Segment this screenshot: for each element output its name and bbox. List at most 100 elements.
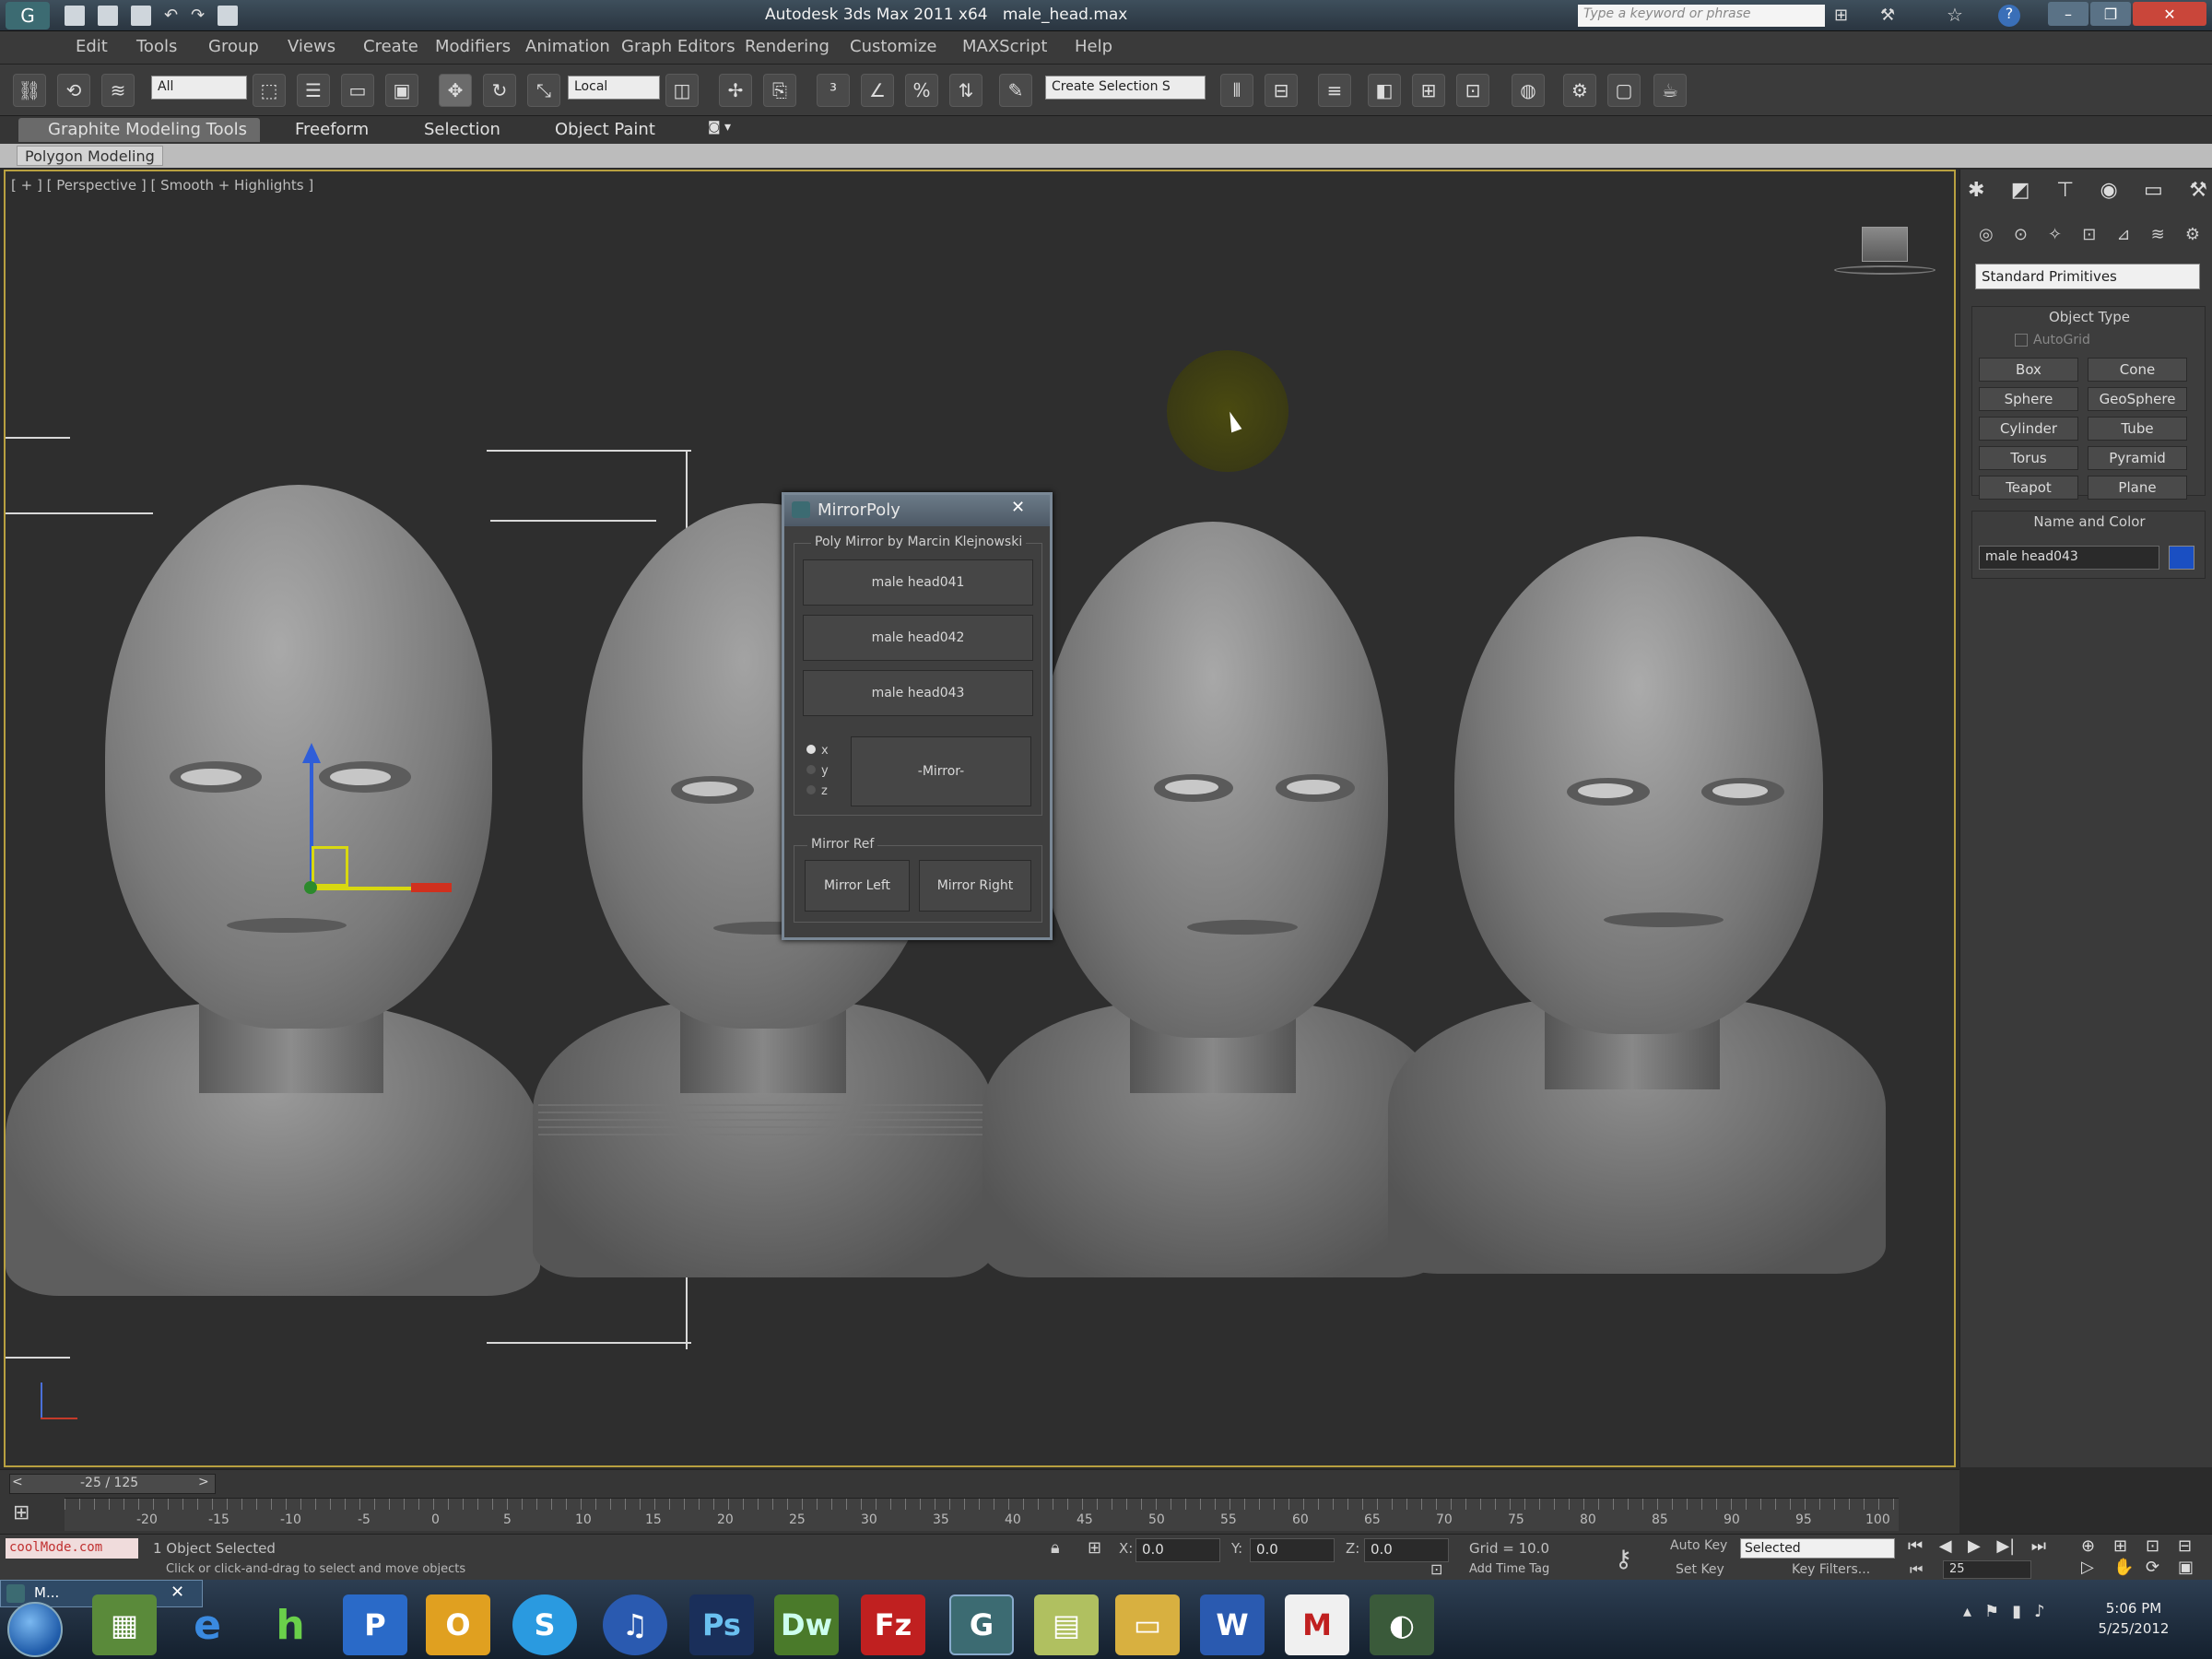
- outlook-icon[interactable]: O: [426, 1594, 490, 1655]
- close-button[interactable]: ✕: [2133, 2, 2206, 26]
- absolute-mode-icon[interactable]: ⊞: [1088, 1538, 1101, 1558]
- go-to-end-icon[interactable]: ⏭: [2031, 1536, 2046, 1560]
- menu-group[interactable]: Group: [208, 37, 259, 56]
- minimize-button[interactable]: –: [2048, 2, 2088, 26]
- lights-icon[interactable]: ✧: [2048, 225, 2062, 249]
- select-and-rotate-icon[interactable]: ↻: [483, 74, 516, 107]
- viewport-label[interactable]: [ + ] [ Perspective ] [ Smooth + Highlig…: [11, 177, 313, 194]
- add-time-tag-label[interactable]: Add Time Tag: [1469, 1562, 1549, 1576]
- mirror-left-button[interactable]: Mirror Left: [805, 860, 910, 912]
- next-arrow-icon[interactable]: >: [198, 1475, 209, 1489]
- key-mode-dropdown[interactable]: Selected: [1740, 1538, 1895, 1559]
- select-and-scale-icon[interactable]: ⤡: [527, 74, 560, 107]
- mini-curve-editor-icon[interactable]: ⊞: [13, 1501, 29, 1524]
- head-model-1[interactable]: [6, 485, 540, 1296]
- reference-coordinate-dropdown[interactable]: Local: [568, 76, 660, 100]
- snaps-toggle-icon[interactable]: ³: [817, 74, 850, 107]
- link-icon[interactable]: ⛓: [13, 74, 46, 107]
- menu-rendering[interactable]: Rendering: [745, 37, 830, 56]
- cone-button[interactable]: Cone: [2088, 358, 2187, 382]
- dialog-close-icon[interactable]: ✕: [1011, 498, 1025, 517]
- save-file-icon[interactable]: [131, 6, 151, 26]
- systems-icon[interactable]: ⚙: [2185, 225, 2200, 249]
- network-icon[interactable]: ⚑: [1984, 1602, 1999, 1639]
- move-gizmo[interactable]: [302, 743, 459, 900]
- layer-manager-icon[interactable]: ≡: [1318, 74, 1351, 107]
- menu-animation[interactable]: Animation: [525, 37, 610, 56]
- zoom-extents-icon[interactable]: ⊡: [2146, 1536, 2178, 1558]
- menu-help[interactable]: Help: [1075, 37, 1112, 56]
- redo-icon[interactable]: ↷: [191, 6, 205, 26]
- select-and-manipulate-icon[interactable]: ✢: [719, 74, 752, 107]
- render-setup-icon[interactable]: ⚙: [1563, 74, 1596, 107]
- geometry-icon[interactable]: ◎: [1979, 225, 1994, 249]
- object-type-title[interactable]: Object Type: [1972, 309, 2206, 325]
- field-of-view-icon[interactable]: ▷: [2081, 1558, 2113, 1579]
- box-button[interactable]: Box: [1979, 358, 2078, 382]
- mirror-icon[interactable]: ⫴: [1220, 74, 1253, 107]
- cameras-icon[interactable]: ⊡: [2082, 225, 2096, 249]
- skype-icon[interactable]: S: [512, 1594, 577, 1655]
- photoshop-icon[interactable]: Ps: [689, 1594, 754, 1655]
- maximize-viewport-icon[interactable]: ▣: [2178, 1558, 2210, 1579]
- menu-views[interactable]: Views: [288, 37, 335, 56]
- internet-explorer-icon[interactable]: e: [175, 1594, 240, 1655]
- unlink-icon[interactable]: ⟲: [57, 74, 90, 107]
- spinner-snap-icon[interactable]: ⇅: [949, 74, 982, 107]
- object-name-field[interactable]: male head043: [1979, 546, 2159, 570]
- time-tag-icon[interactable]: ⊡: [1430, 1560, 1442, 1578]
- gmail-icon[interactable]: M: [1285, 1594, 1349, 1655]
- zoom-extents-all-icon[interactable]: ⊟: [2178, 1536, 2210, 1558]
- mirror-button[interactable]: -Mirror-: [851, 736, 1031, 806]
- shapes-icon[interactable]: ⊙: [2014, 225, 2028, 249]
- menu-customize[interactable]: Customize: [850, 37, 936, 56]
- auto-key-button[interactable]: Auto Key: [1670, 1538, 1731, 1559]
- binoculars-icon[interactable]: ⊞: [1834, 6, 1848, 25]
- start-button[interactable]: [7, 1602, 63, 1657]
- category-dropdown[interactable]: Standard Primitives: [1975, 264, 2200, 289]
- help-icon[interactable]: ?: [1998, 5, 2020, 27]
- render-production-icon[interactable]: ☕: [1653, 74, 1687, 107]
- geosphere-button[interactable]: GeoSphere: [2088, 387, 2187, 411]
- space-warps-icon[interactable]: ≋: [2151, 225, 2165, 249]
- panel-polygon-modeling[interactable]: Polygon Modeling: [17, 146, 163, 166]
- maximize-button[interactable]: ❐: [2090, 2, 2131, 26]
- motion-tab-icon[interactable]: ◉: [2100, 179, 2117, 206]
- tube-button[interactable]: Tube: [2088, 417, 2187, 441]
- z-coordinate-field[interactable]: 0.0: [1364, 1538, 1449, 1562]
- mirror-right-button[interactable]: Mirror Right: [919, 860, 1031, 912]
- perspective-viewport[interactable]: [ + ] [ Perspective ] [ Smooth + Highlig…: [4, 170, 1956, 1467]
- select-object-icon[interactable]: ⬚: [253, 74, 286, 107]
- communication-center-icon[interactable]: ⚒: [1880, 6, 1895, 25]
- display-tab-icon[interactable]: ▭: [2144, 179, 2163, 206]
- keyboard-shortcut-override-icon[interactable]: ⎘: [763, 74, 796, 107]
- project-folder-icon[interactable]: [218, 6, 239, 26]
- prev-arrow-icon[interactable]: <: [12, 1475, 23, 1489]
- undo-icon[interactable]: ↶: [164, 6, 178, 26]
- tab-object-paint[interactable]: Object Paint: [555, 120, 655, 139]
- word-icon[interactable]: W: [1200, 1594, 1265, 1655]
- named-selection-sets-dropdown[interactable]: Create Selection S: [1045, 76, 1206, 100]
- publisher-icon[interactable]: P: [343, 1594, 407, 1655]
- radio-y[interactable]: y: [806, 764, 843, 784]
- teapot-button[interactable]: Teapot: [1979, 476, 2078, 500]
- object-button-1[interactable]: male head041: [803, 559, 1033, 606]
- minecraft-icon[interactable]: ▦: [92, 1594, 157, 1655]
- go-to-start-icon[interactable]: ⏮: [1908, 1536, 1923, 1560]
- modify-tab-icon[interactable]: ◩: [2011, 179, 2030, 206]
- percent-snap-icon[interactable]: %: [905, 74, 938, 107]
- play-icon[interactable]: ▶: [1968, 1536, 1981, 1560]
- select-and-move-icon[interactable]: ✥: [439, 74, 472, 107]
- material-editor-icon[interactable]: ◍: [1512, 74, 1545, 107]
- menu-tools[interactable]: Tools: [136, 37, 177, 56]
- maxscript-listener-field[interactable]: coolMode.com: [6, 1538, 138, 1559]
- edit-named-selection-icon[interactable]: ✎: [999, 74, 1032, 107]
- track-bar[interactable]: [65, 1498, 1899, 1531]
- show-hidden-icons-icon[interactable]: ▴: [1963, 1602, 1971, 1639]
- menu-create[interactable]: Create: [363, 37, 418, 56]
- dreamweaver-icon[interactable]: Dw: [774, 1594, 839, 1655]
- schematic-view-icon[interactable]: ⊡: [1456, 74, 1489, 107]
- itunes-icon[interactable]: ♫: [603, 1594, 667, 1655]
- set-key-icon[interactable]: ⚷: [1615, 1546, 1632, 1573]
- x-coordinate-field[interactable]: 0.0: [1135, 1538, 1220, 1562]
